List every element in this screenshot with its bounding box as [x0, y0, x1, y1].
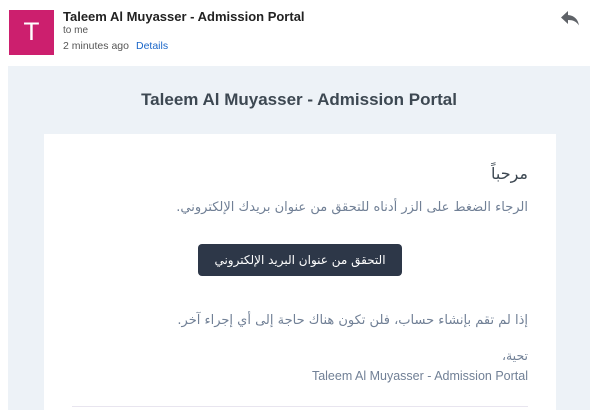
signature-text: Taleem Al Muyasser - Admission Portal — [311, 369, 528, 383]
verify-email-button[interactable]: التحقق من عنوان البريد الإلكتروني — [198, 244, 402, 276]
ignore-text: إذا لم تقم بإنشاء حساب، فلن تكون هناك حا… — [177, 313, 528, 328]
brand-title: Taleem Al Muyasser - Admission Portal — [141, 90, 457, 109]
sender-name: Taleem Al Muyasser - Admission Portal — [63, 9, 305, 24]
email-header: T Taleem Al Muyasser - Admission Portal … — [0, 0, 598, 64]
regards-text: تحية، — [501, 348, 528, 363]
timestamp: 2 minutes ago — [63, 40, 129, 52]
reply-icon[interactable] — [559, 8, 581, 28]
instruction-text: الرجاء الضغط على الزر أدناه للتحقق من عن… — [176, 200, 528, 215]
divider — [72, 406, 528, 407]
sender-avatar: T — [9, 10, 54, 55]
message-card: مرحباً الرجاء الضغط على الزر أدناه للتحق… — [44, 134, 556, 410]
email-body: Taleem Al Muyasser - Admission Portal مر… — [8, 66, 590, 410]
details-link[interactable]: Details — [136, 40, 168, 52]
recipient-label: to me — [63, 25, 89, 36]
greeting: مرحباً — [491, 164, 528, 183]
